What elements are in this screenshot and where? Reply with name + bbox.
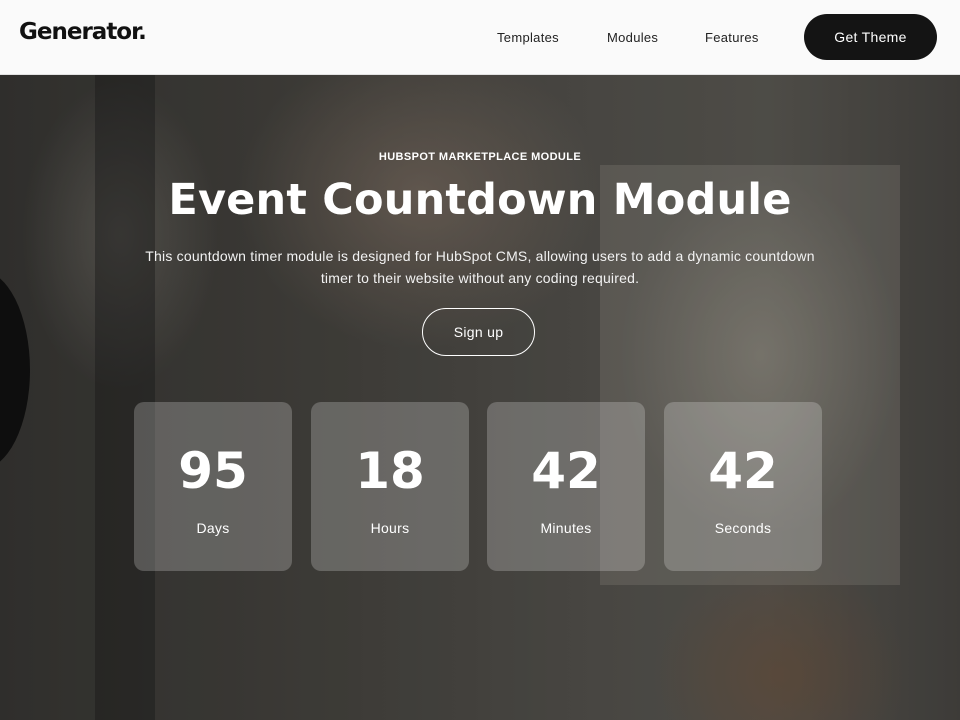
sign-up-button[interactable]: Sign up bbox=[422, 308, 535, 356]
page-title: Event Countdown Module bbox=[168, 175, 792, 225]
countdown-seconds-label: Seconds bbox=[714, 520, 772, 536]
countdown-minutes: 42 Minutes bbox=[487, 402, 645, 571]
countdown-hours-label: Hours bbox=[370, 520, 410, 536]
hero-description: This countdown timer module is designed … bbox=[145, 248, 815, 286]
countdown-minutes-label: Minutes bbox=[540, 520, 592, 536]
countdown-hours: 18 Hours bbox=[311, 402, 469, 571]
nav-item-features[interactable]: Features bbox=[705, 30, 759, 45]
hero-overlay bbox=[0, 75, 960, 720]
countdown-timer: 95 Days 18 Hours 42 Minutes 42 Seconds bbox=[0, 402, 960, 572]
hero-section: HUBSPOT MARKETPLACE MODULE Event Countdo… bbox=[0, 75, 960, 720]
nav-item-templates[interactable]: Templates bbox=[497, 30, 559, 45]
countdown-days: 95 Days bbox=[134, 402, 292, 571]
get-theme-button[interactable]: Get Theme bbox=[804, 14, 937, 60]
countdown-hours-value: 18 bbox=[355, 442, 425, 500]
countdown-seconds-value: 42 bbox=[708, 442, 778, 500]
countdown-days-value: 95 bbox=[178, 442, 248, 500]
countdown-seconds: 42 Seconds bbox=[664, 402, 822, 571]
countdown-minutes-value: 42 bbox=[531, 442, 601, 500]
countdown-days-label: Days bbox=[196, 520, 230, 536]
site-header: Generator. Templates Modules Features Ge… bbox=[0, 0, 960, 75]
hero-eyebrow: HUBSPOT MARKETPLACE MODULE bbox=[378, 151, 582, 163]
nav-item-modules[interactable]: Modules bbox=[607, 30, 658, 45]
